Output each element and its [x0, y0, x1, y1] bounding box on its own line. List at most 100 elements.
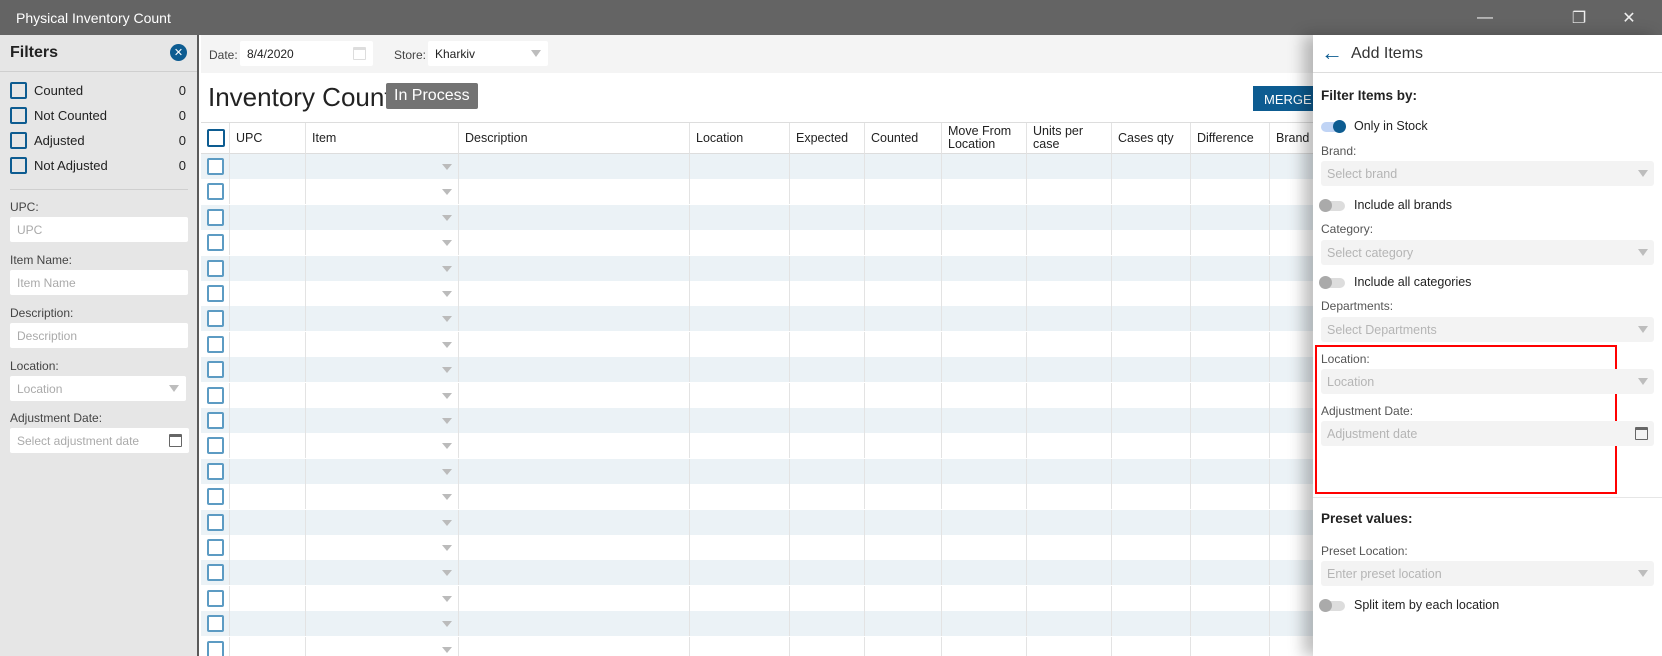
chevron-down-icon[interactable] [442, 646, 452, 653]
table-cell[interactable] [1190, 281, 1269, 306]
table-cell[interactable] [864, 408, 941, 433]
table-cell[interactable] [1269, 484, 1313, 510]
table-cell[interactable] [1269, 636, 1313, 656]
table-cell[interactable] [864, 611, 941, 637]
table-cell[interactable] [1269, 560, 1313, 586]
chevron-down-icon[interactable] [442, 519, 452, 526]
table-cell[interactable] [864, 535, 941, 560]
table-cell[interactable] [1111, 230, 1190, 256]
table-cell[interactable] [1026, 484, 1111, 510]
table-cell[interactable] [229, 382, 305, 408]
table-cell[interactable] [864, 509, 941, 535]
chevron-down-icon[interactable] [442, 443, 452, 450]
row-checkbox[interactable] [207, 640, 224, 656]
table-cell[interactable] [941, 255, 1026, 281]
table-cell[interactable] [689, 611, 789, 637]
row-checkbox[interactable] [207, 615, 224, 633]
table-cell[interactable] [229, 509, 305, 535]
table-cell[interactable] [1190, 154, 1269, 179]
column-header[interactable]: UPC [229, 123, 305, 154]
table-cell[interactable] [458, 560, 689, 586]
column-header[interactable]: Expected [789, 123, 864, 154]
filter-not-adjusted[interactable]: Not Adjusted 0 [10, 155, 190, 175]
table-cell[interactable] [229, 255, 305, 281]
checkbox[interactable] [10, 156, 27, 174]
description-input[interactable]: Description [10, 323, 188, 348]
table-cell[interactable] [458, 255, 689, 281]
table-cell[interactable] [789, 611, 864, 637]
table-cell[interactable] [689, 382, 789, 408]
table-cell[interactable] [458, 636, 689, 656]
table-row[interactable] [201, 560, 1313, 586]
table-cell[interactable] [1026, 331, 1111, 357]
table-cell[interactable] [1111, 484, 1190, 510]
table-cell[interactable] [305, 179, 458, 205]
table-cell[interactable] [1190, 535, 1269, 560]
table-cell[interactable] [1269, 585, 1313, 611]
table-cell[interactable] [305, 585, 458, 611]
table-cell[interactable] [864, 585, 941, 611]
table-row[interactable] [201, 433, 1313, 459]
chevron-down-icon[interactable] [442, 164, 452, 170]
table-cell[interactable] [229, 560, 305, 586]
chevron-down-icon[interactable] [442, 570, 452, 577]
table-cell[interactable] [689, 484, 789, 510]
table-cell[interactable] [789, 179, 864, 205]
table-cell[interactable] [1026, 230, 1111, 256]
table-cell[interactable] [229, 331, 305, 357]
table-cell[interactable] [1190, 484, 1269, 510]
table-cell[interactable] [305, 204, 458, 230]
table-row[interactable] [201, 154, 1313, 179]
chevron-down-icon[interactable] [442, 595, 452, 602]
table-cell[interactable] [789, 331, 864, 357]
close-window-button[interactable]: ✕ [1606, 0, 1652, 35]
table-row[interactable] [201, 357, 1313, 383]
row-checkbox[interactable] [207, 437, 224, 455]
table-cell[interactable] [689, 281, 789, 306]
table-cell[interactable] [458, 611, 689, 637]
table-cell[interactable] [789, 458, 864, 484]
chevron-down-icon[interactable] [442, 545, 452, 551]
category-select[interactable]: Select category [1321, 240, 1654, 265]
row-checkbox[interactable] [207, 513, 224, 531]
table-cell[interactable] [864, 179, 941, 205]
column-header[interactable]: Description [458, 123, 689, 154]
table-cell[interactable] [229, 204, 305, 230]
table-cell[interactable] [789, 281, 864, 306]
table-cell[interactable] [789, 509, 864, 535]
table-cell[interactable] [1269, 611, 1313, 637]
table-cell[interactable] [458, 331, 689, 357]
table-cell[interactable] [1026, 154, 1111, 179]
table-cell[interactable] [941, 611, 1026, 637]
table-cell[interactable] [305, 281, 458, 306]
table-cell[interactable] [1026, 535, 1111, 560]
table-cell[interactable] [458, 382, 689, 408]
table-row[interactable] [201, 585, 1313, 611]
table-cell[interactable] [305, 560, 458, 586]
table-cell[interactable] [305, 484, 458, 510]
filter-not-counted[interactable]: Not Counted 0 [10, 105, 190, 125]
table-cell[interactable] [305, 382, 458, 408]
only-in-stock-toggle[interactable] [1321, 120, 1346, 133]
table-cell[interactable] [789, 382, 864, 408]
table-cell[interactable] [229, 585, 305, 611]
table-cell[interactable] [1111, 179, 1190, 205]
table-row[interactable] [201, 331, 1313, 357]
include-all-categories-toggle[interactable] [1319, 276, 1345, 289]
chevron-down-icon[interactable] [442, 240, 452, 247]
table-cell[interactable] [1111, 382, 1190, 408]
table-cell[interactable] [864, 636, 941, 656]
table-row[interactable] [201, 230, 1313, 256]
row-checkbox[interactable] [207, 488, 224, 506]
table-cell[interactable] [229, 281, 305, 306]
table-cell[interactable] [1190, 560, 1269, 586]
table-cell[interactable] [1026, 433, 1111, 459]
brand-select[interactable]: Select brand [1321, 161, 1654, 186]
column-header[interactable]: Item [305, 123, 458, 154]
table-cell[interactable] [1111, 585, 1190, 611]
table-cell[interactable] [1111, 306, 1190, 332]
table-cell[interactable] [305, 509, 458, 535]
table-cell[interactable] [1111, 281, 1190, 306]
table-cell[interactable] [1269, 331, 1313, 357]
table-cell[interactable] [1269, 154, 1313, 179]
